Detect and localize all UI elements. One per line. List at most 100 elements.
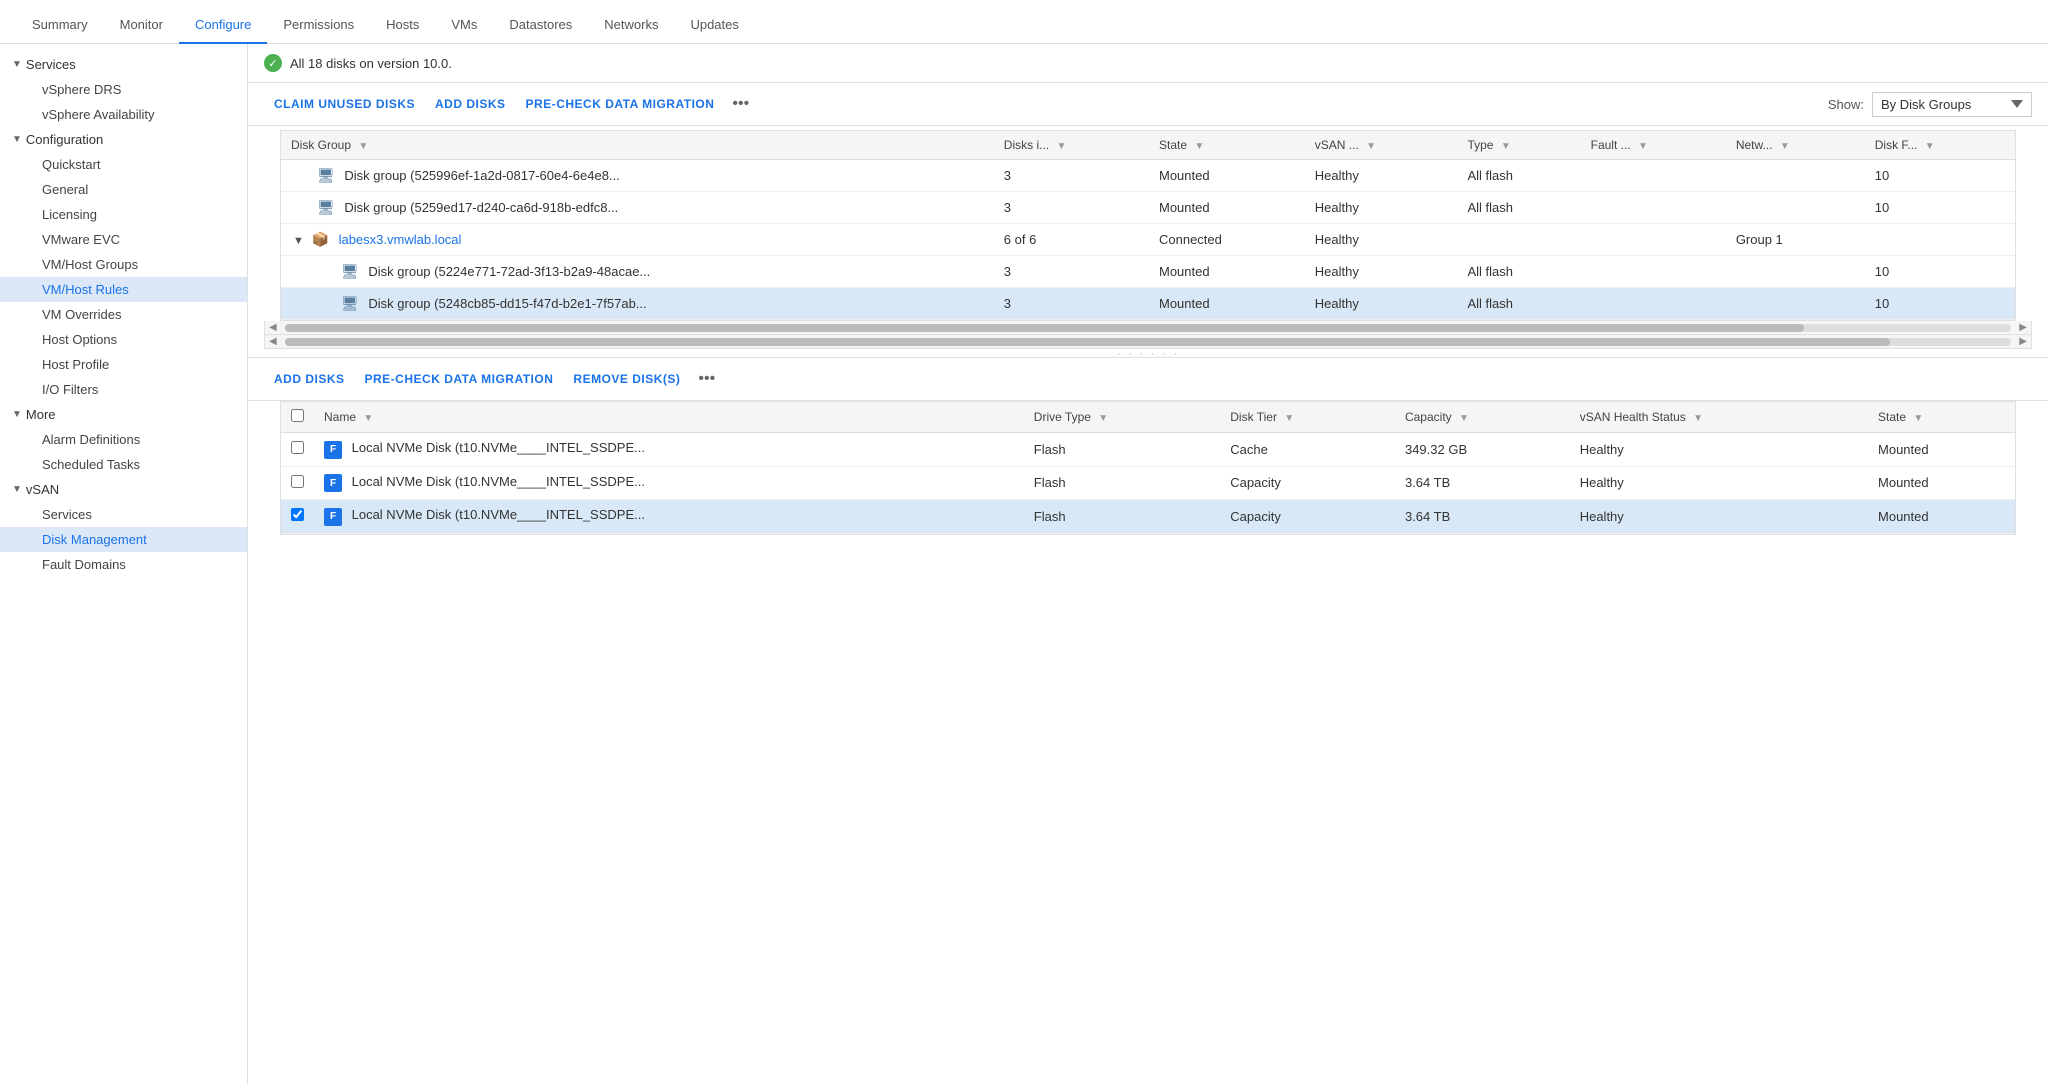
sidebar-item-scheduled-tasks[interactable]: Scheduled Tasks — [0, 452, 247, 477]
sidebar-item-vm-host-groups[interactable]: VM/Host Groups — [0, 252, 247, 277]
sidebar-item-quickstart[interactable]: Quickstart — [0, 152, 247, 177]
tab-networks[interactable]: Networks — [588, 7, 674, 44]
table-row[interactable]: ▼ 📦 labesx3.vmwlab.local 6 of 6 Connecte… — [281, 224, 2015, 256]
cell-state: Mounted — [1868, 500, 2015, 534]
table-row[interactable]: F Local NVMe Disk (t10.NVMe____INTEL_SSD… — [281, 466, 2015, 500]
host-link[interactable]: labesx3.vmwlab.local — [339, 232, 462, 247]
filter-icon[interactable]: ▼ — [1638, 141, 1648, 152]
scroll-left-arrow-2[interactable]: ◀ — [265, 336, 281, 347]
horizontal-scrollbar[interactable]: ◀ ▶ — [264, 321, 2032, 335]
sidebar-item-alarm-definitions[interactable]: Alarm Definitions — [0, 427, 247, 452]
tab-permissions[interactable]: Permissions — [267, 7, 370, 44]
sidebar-item-vmware-evc[interactable]: VMware EVC — [0, 227, 247, 252]
table-row[interactable]: 🖥 Disk group (5259ed17-d240-ca6d-918b-ed… — [281, 192, 2015, 224]
scroll-right-arrow[interactable]: ▶ — [2015, 322, 2031, 333]
show-select[interactable]: By Disk Groups — [1872, 92, 2032, 117]
tab-configure[interactable]: Configure — [179, 7, 267, 44]
add-disks-button-lower[interactable]: ADD DISKS — [264, 368, 355, 390]
sidebar-item-host-options[interactable]: Host Options — [0, 327, 247, 352]
sidebar-item-vm-overrides[interactable]: VM Overrides — [0, 302, 247, 327]
table-row[interactable]: F Local NVMe Disk (t10.NVMe____INTEL_SSD… — [281, 500, 2015, 534]
scroll-left-arrow[interactable]: ◀ — [265, 322, 281, 333]
sidebar-item-licensing[interactable]: Licensing — [0, 202, 247, 227]
flash-badge: F — [324, 441, 342, 459]
sidebar-item-vsphere-availability[interactable]: vSphere Availability — [0, 102, 247, 127]
pre-check-data-migration-button-lower[interactable]: PRE-CHECK DATA MIGRATION — [355, 368, 564, 390]
sidebar-item-io-filters[interactable]: I/O Filters — [0, 377, 247, 402]
cell-network — [1726, 256, 1865, 288]
sidebar-item-host-profile[interactable]: Host Profile — [0, 352, 247, 377]
filter-icon[interactable]: ▼ — [1194, 141, 1204, 152]
row-checkbox[interactable] — [291, 475, 304, 488]
filter-icon[interactable]: ▼ — [1056, 141, 1066, 152]
filter-icon[interactable]: ▼ — [1098, 413, 1108, 424]
filter-icon[interactable]: ▼ — [1459, 413, 1469, 424]
sidebar-item-vsphere-drs[interactable]: vSphere DRS — [0, 77, 247, 102]
tab-vms[interactable]: VMs — [435, 7, 493, 44]
cell-disk-group-name: 🖥 Disk group (5259ed17-d240-ca6d-918b-ed… — [281, 192, 994, 224]
filter-icon[interactable]: ▼ — [1284, 413, 1294, 424]
sidebar-item-vsan-services[interactable]: Services — [0, 502, 247, 527]
filter-icon[interactable]: ▼ — [1693, 413, 1703, 424]
cell-name: F Local NVMe Disk (t10.NVMe____INTEL_SSD… — [314, 500, 1024, 534]
cell-disk-f: 10 — [1865, 192, 2015, 224]
collapse-icon[interactable]: ▼ — [293, 235, 304, 247]
col-name: Name ▼ — [314, 402, 1024, 433]
cell-type: All flash — [1457, 192, 1580, 224]
table-row[interactable]: 🖥 Disk group (5248cb85-dd15-f47d-b2e1-7f… — [281, 288, 2015, 320]
cell-fault — [1581, 160, 1726, 192]
pre-check-data-migration-button-upper[interactable]: PRE-CHECK DATA MIGRATION — [516, 93, 725, 115]
table-row[interactable]: 🖥 Disk group (5224e771-72ad-3f13-b2a9-48… — [281, 256, 2015, 288]
filter-icon[interactable]: ▼ — [1913, 413, 1923, 424]
filter-icon[interactable]: ▼ — [1780, 141, 1790, 152]
tab-updates[interactable]: Updates — [674, 7, 754, 44]
cell-vsan: Healthy — [1305, 192, 1458, 224]
cell-vsan: Healthy — [1305, 256, 1458, 288]
resize-handle[interactable]: · · · · · · — [248, 349, 2048, 357]
tab-monitor[interactable]: Monitor — [104, 7, 179, 44]
cell-vsan: Healthy — [1305, 160, 1458, 192]
sidebar-item-vm-host-rules[interactable]: VM/Host Rules — [0, 277, 247, 302]
sidebar: ▼ Services vSphere DRS vSphere Availabil… — [0, 44, 248, 1084]
select-all-checkbox[interactable] — [291, 409, 304, 422]
filter-icon[interactable]: ▼ — [1366, 141, 1376, 152]
sidebar-group-services[interactable]: ▼ Services — [0, 52, 247, 77]
host-icon: 📦 — [312, 231, 329, 247]
row-checkbox[interactable] — [291, 508, 304, 521]
cell-disks-in: 6 of 6 — [994, 224, 1149, 256]
sidebar-item-fault-domains[interactable]: Fault Domains — [0, 552, 247, 577]
more-options-button-upper[interactable]: ••• — [724, 91, 757, 117]
tab-datastores[interactable]: Datastores — [493, 7, 588, 44]
cell-state: Mounted — [1149, 288, 1305, 320]
sidebar-group-more[interactable]: ▼ More — [0, 402, 247, 427]
scroll-right-arrow-2[interactable]: ▶ — [2015, 336, 2031, 347]
filter-icon[interactable]: ▼ — [363, 413, 373, 424]
add-disks-button-upper[interactable]: ADD DISKS — [425, 93, 516, 115]
sidebar-group-configuration[interactable]: ▼ Configuration — [0, 127, 247, 152]
tab-summary[interactable]: Summary — [16, 7, 104, 44]
col-state: State ▼ — [1149, 131, 1305, 160]
main-content: ✓ All 18 disks on version 10.0. CLAIM UN… — [248, 44, 2048, 1084]
more-options-button-lower[interactable]: ••• — [690, 366, 723, 392]
cell-disk-f: 10 — [1865, 160, 2015, 192]
col-disk-group: Disk Group ▼ — [281, 131, 994, 160]
filter-icon[interactable]: ▼ — [1925, 141, 1935, 152]
filter-icon[interactable]: ▼ — [1501, 141, 1511, 152]
scroll-track-upper — [285, 324, 2012, 332]
sidebar-group-vsan[interactable]: ▼ vSAN — [0, 477, 247, 502]
cell-disk-tier: Capacity — [1220, 500, 1395, 534]
upper-toolbar: CLAIM UNUSED DISKS ADD DISKS PRE-CHECK D… — [248, 83, 2048, 126]
lower-table-container: Name ▼ Drive Type ▼ Disk Tier ▼ Capacity… — [280, 401, 2016, 535]
filter-icon[interactable]: ▼ — [358, 141, 368, 152]
col-disks-in: Disks i... ▼ — [994, 131, 1149, 160]
row-checkbox[interactable] — [291, 441, 304, 454]
cell-vsan: Healthy — [1305, 224, 1458, 256]
table-row[interactable]: 🖥 Disk group (525996ef-1a2d-0817-60e4-6e… — [281, 160, 2015, 192]
claim-unused-disks-button[interactable]: CLAIM UNUSED DISKS — [264, 93, 425, 115]
tab-hosts[interactable]: Hosts — [370, 7, 435, 44]
remove-disks-button[interactable]: REMOVE DISK(S) — [563, 368, 690, 390]
cell-drive-type: Flash — [1024, 500, 1220, 534]
table-row[interactable]: F Local NVMe Disk (t10.NVMe____INTEL_SSD… — [281, 433, 2015, 467]
sidebar-item-general[interactable]: General — [0, 177, 247, 202]
sidebar-item-disk-management[interactable]: Disk Management — [0, 527, 247, 552]
